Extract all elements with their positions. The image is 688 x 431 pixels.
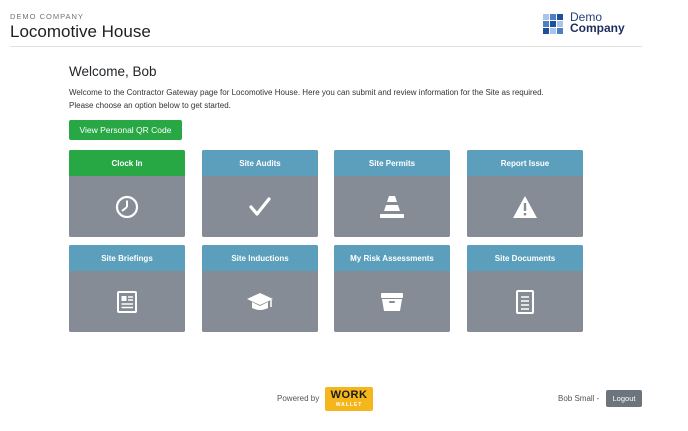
tile-site-documents[interactable]: Site Documents <box>467 245 583 332</box>
tile-label: Site Briefings <box>69 245 185 271</box>
tile-label: Site Documents <box>467 245 583 271</box>
tile-label: Report Issue <box>467 150 583 176</box>
logo-line2: Company <box>570 21 625 35</box>
newspaper-icon <box>117 290 137 313</box>
powered-by-text: Powered by <box>277 394 320 403</box>
company-name: DEMO COMPANY <box>10 12 84 21</box>
document-icon <box>516 289 534 314</box>
demo-company-logo: Demo Company <box>543 11 643 38</box>
work-wallet-logo-line2: WALLET <box>335 402 363 408</box>
work-wallet-logo: WORK WALLET <box>325 387 373 411</box>
site-title: Locomotive House <box>10 22 151 41</box>
tile-label: Site Audits <box>202 150 318 176</box>
tile-label: My Risk Assessments <box>334 245 450 271</box>
welcome-section: Welcome, Bob Welcome to the Contractor G… <box>69 64 583 112</box>
tile-label: Clock In <box>69 150 185 176</box>
warning-icon <box>513 195 537 218</box>
view-qr-code-button[interactable]: View Personal QR Code <box>69 120 182 140</box>
work-wallet-logo-line1: WORK <box>330 389 368 401</box>
clock-icon <box>115 195 139 218</box>
tile-report-issue[interactable]: Report Issue <box>467 150 583 237</box>
intro-line2: Please choose an option below to get sta… <box>69 101 231 110</box>
welcome-title: Welcome, Bob <box>69 64 157 79</box>
intro-line1: Welcome to the Contractor Gateway page f… <box>69 88 544 97</box>
tile-clock-in[interactable]: Clock In <box>69 150 185 237</box>
logo-grid-icon <box>543 14 564 35</box>
logout-button[interactable]: Logout <box>606 390 642 407</box>
logo-text: Demo Company <box>570 11 625 35</box>
checkmark-icon <box>249 196 271 216</box>
archive-icon <box>381 292 403 311</box>
tile-site-permits[interactable]: Site Permits <box>334 150 450 237</box>
graduation-cap-icon <box>247 292 273 310</box>
tile-label: Site Inductions <box>202 245 318 271</box>
tile-my-risk-assessments[interactable]: My Risk Assessments <box>334 245 450 332</box>
tile-site-inductions[interactable]: Site Inductions <box>202 245 318 332</box>
traffic-cone-icon <box>380 195 404 218</box>
tile-label: Site Permits <box>334 150 450 176</box>
tile-site-audits[interactable]: Site Audits <box>202 150 318 237</box>
user-name: Bob Small - <box>558 394 600 403</box>
tile-site-briefings[interactable]: Site Briefings <box>69 245 185 332</box>
